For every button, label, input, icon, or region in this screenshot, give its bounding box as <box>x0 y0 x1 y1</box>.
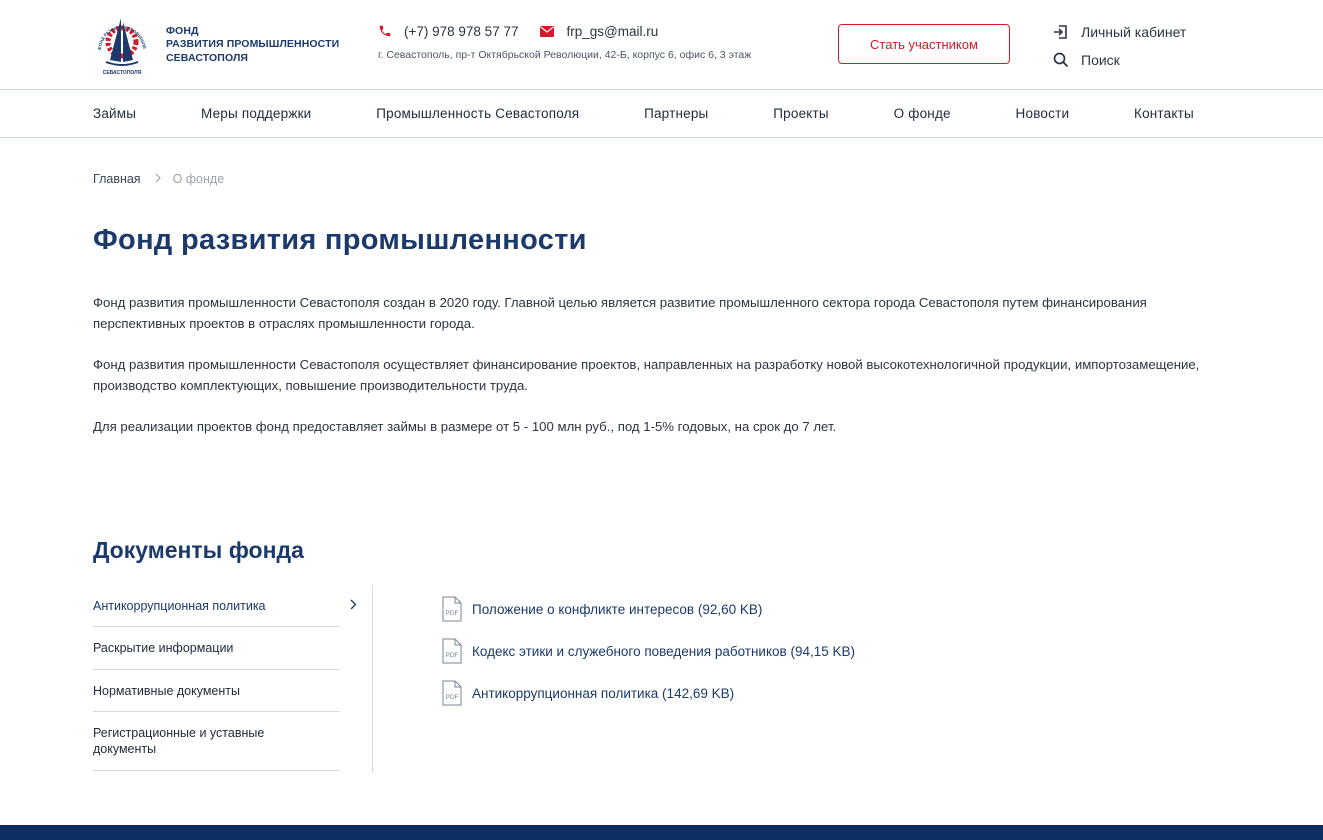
pdf-file-icon: PDF <box>442 680 462 706</box>
user-links: Личный кабинет Поиск <box>1053 22 1186 78</box>
svg-text:СЕВАСТОПОЛЯ: СЕВАСТОПОЛЯ <box>103 70 142 76</box>
docs-menu-item-disclosure[interactable]: Раскрытие информации <box>93 627 340 670</box>
docs-menu-item-anticorruption[interactable]: Антикоррупционная политика <box>93 585 357 627</box>
search-link[interactable]: Поиск <box>1053 50 1186 70</box>
page-title: Фонд развития промышленности <box>93 224 587 256</box>
breadcrumb: Главная О фонде <box>93 172 224 186</box>
file-list: PDF Положение о конфликте интересов (92,… <box>441 596 855 722</box>
logo-line-1: ФОНД <box>166 24 199 37</box>
file-link-label: Антикоррупционная политика (142,69 KB) <box>472 685 735 701</box>
contact-line: (+7) 978 978 57 77 frp_gs@mail.ru <box>378 21 818 41</box>
login-icon <box>1054 25 1067 39</box>
logo-emblem-icon: ФОНД РАЗВИТИЯ ПРОМЫШЛЕННОСТИ СЕВАСТОПОЛЯ <box>92 12 147 76</box>
docs-menu-item-normative[interactable]: Нормативные документы <box>93 670 340 712</box>
svg-text:PDF: PDF <box>446 694 459 701</box>
intro-paragraph: Фонд развития промышленности Севастополя… <box>93 357 1200 393</box>
phone-icon <box>379 25 391 37</box>
docs-menu-item-label: Регистрационные и уставные документы <box>93 726 265 756</box>
logo-text: ФОНД РАЗВИТИЯ ПРОМЫШЛЕННОСТИ СЕВАСТОПОЛЯ <box>166 25 339 66</box>
logo-line-2: РАЗВИТИЯ ПРОМЫШЛЕННОСТИ <box>166 38 340 51</box>
nav-items: Займы Меры поддержки Промышленность Сева… <box>93 90 1194 137</box>
breadcrumb-home[interactable]: Главная <box>93 172 141 186</box>
file-link-label: Кодекс этики и служебного поведения рабо… <box>472 643 855 659</box>
intro-paragraph: Для реализации проектов фонд предоставля… <box>93 419 837 434</box>
svg-text:PDF: PDF <box>446 652 459 659</box>
docs-menu-item-label: Антикоррупционная политика <box>93 598 266 613</box>
docs-menu-item-label: Раскрытие информации <box>93 641 234 655</box>
email-link[interactable]: frp_gs@mail.ru <box>540 24 658 39</box>
email-address: frp_gs@mail.ru <box>566 23 659 39</box>
breadcrumb-current: О фонде <box>172 172 225 186</box>
contacts: (+7) 978 978 57 77 frp_gs@mail.ru г. Сев… <box>378 21 818 62</box>
docs-menu-item-label: Нормативные документы <box>93 683 240 698</box>
intro-text: Фонд развития промышленности Севастополя… <box>93 292 1203 457</box>
pdf-file-icon: PDF <box>442 638 462 664</box>
file-link[interactable]: PDF Антикоррупционная политика (142,69 K… <box>441 680 855 706</box>
nav-item-industry[interactable]: Промышленность Севастополя <box>376 106 579 121</box>
address: г. Севастополь, пр-т Октябрьской Революц… <box>378 49 752 61</box>
account-link[interactable]: Личный кабинет <box>1053 22 1186 42</box>
nav-item-partners[interactable]: Партнеры <box>644 106 708 121</box>
nav-item-about[interactable]: О фонде <box>894 106 951 121</box>
logo-line-3: СЕВАСТОПОЛЯ <box>166 51 249 64</box>
search-icon <box>1053 52 1069 68</box>
svg-text:PDF: PDF <box>446 610 459 617</box>
main-nav: Займы Меры поддержки Промышленность Сева… <box>0 89 1323 138</box>
nav-item-loans[interactable]: Займы <box>93 106 136 121</box>
search-label: Поиск <box>1081 52 1120 68</box>
become-participant-button[interactable]: Стать участником <box>838 24 1010 64</box>
nav-item-support[interactable]: Меры поддержки <box>201 106 311 121</box>
file-link[interactable]: PDF Положение о конфликте интересов (92,… <box>441 596 855 622</box>
account-label: Личный кабинет <box>1081 24 1187 40</box>
chevron-right-icon <box>350 598 357 614</box>
nav-item-projects[interactable]: Проекты <box>773 106 829 121</box>
nav-item-contacts[interactable]: Контакты <box>1134 106 1194 121</box>
nav-item-news[interactable]: Новости <box>1016 106 1070 121</box>
intro-paragraph: Фонд развития промышленности Севастополя… <box>93 295 1147 331</box>
header: ФОНД РАЗВИТИЯ ПРОМЫШЛЕННОСТИ СЕВАСТОПОЛЯ… <box>0 0 1323 89</box>
footer <box>0 825 1323 840</box>
phone-number: (+7) 978 978 57 77 <box>404 23 519 39</box>
mail-icon <box>540 25 555 37</box>
file-link-label: Положение о конфликте интересов (92,60 K… <box>472 601 763 617</box>
documents-menu: Антикоррупционная политика Раскрытие инф… <box>93 585 373 773</box>
pdf-file-icon: PDF <box>442 596 462 622</box>
phone-link[interactable]: (+7) 978 978 57 77 <box>378 24 518 39</box>
chevron-right-icon <box>155 172 161 186</box>
file-link[interactable]: PDF Кодекс этики и служебного поведения … <box>441 638 855 664</box>
documents-title: Документы фонда <box>93 537 304 563</box>
logo[interactable]: ФОНД РАЗВИТИЯ ПРОМЫШЛЕННОСТИ СЕВАСТОПОЛЯ… <box>92 12 342 78</box>
docs-menu-item-registration[interactable]: Регистрационные и уставные документы <box>93 712 340 771</box>
